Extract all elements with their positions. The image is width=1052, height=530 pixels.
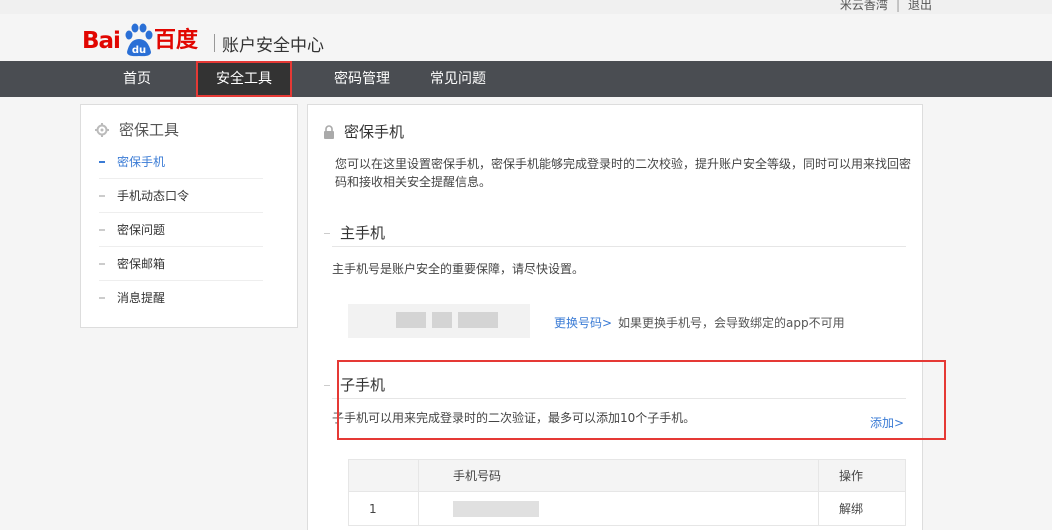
nav-security-tools[interactable]: 安全工具	[196, 61, 292, 97]
sidebar-item-notifications[interactable]: 消息提醒	[99, 281, 263, 315]
row-phone-number	[418, 491, 819, 526]
logo-latin: Bai	[82, 28, 121, 54]
svg-text:du: du	[132, 45, 146, 56]
col-action: 操作	[818, 459, 906, 492]
primary-phone-heading: 主手机	[324, 219, 906, 247]
logout-link[interactable]: 退出	[908, 0, 932, 12]
logo-chinese: 百度	[153, 28, 198, 53]
heading-dash	[324, 233, 330, 234]
header-divider	[214, 34, 215, 52]
masked-digits	[396, 312, 426, 328]
sidebar-item-label: 手机动态口令	[117, 189, 190, 203]
intro-text: 您可以在这里设置密保手机，密保手机能够完成登录时的二次校验，提升账户安全等级，同…	[335, 157, 912, 189]
page-title: 密保手机	[322, 121, 404, 142]
paw-logo-icon: du	[120, 22, 156, 58]
col-index	[348, 459, 419, 492]
nav-password-management[interactable]: 密码管理	[322, 61, 402, 97]
sidebar-title: 密保工具	[95, 119, 179, 140]
sidebar-item-security-email[interactable]: 密保邮箱	[99, 247, 263, 281]
primary-phone-desc: 主手机号是账户安全的重要保障，请尽快设置。	[332, 262, 585, 276]
row-index: 1	[348, 491, 419, 526]
top-bar: 米云香湾 | 退出	[0, 0, 1052, 14]
table-row: 1 解绑	[348, 491, 906, 526]
sub-phone-highlight-box	[337, 360, 946, 440]
username-link[interactable]: 米云香湾	[840, 0, 888, 12]
heading-dash	[324, 385, 330, 386]
sidebar-title-label: 密保工具	[119, 121, 180, 139]
sidebar-item-security-phone[interactable]: 密保手机	[99, 145, 263, 179]
menu-bullet	[99, 229, 105, 231]
sidebar-item-dynamic-token[interactable]: 手机动态口令	[99, 179, 263, 213]
menu-bullet	[99, 263, 105, 265]
top-links: 米云香湾 | 退出	[840, 0, 932, 13]
menu-bullet	[99, 195, 105, 197]
sidebar-menu: 密保手机 手机动态口令 密保问题 密保邮箱 消息提醒	[99, 145, 263, 315]
gear-icon	[95, 122, 109, 137]
change-number-note: 如果更换手机号，会导致绑定的app不可用	[618, 316, 845, 330]
main-nav: 首页 安全工具 密码管理 常见问题	[0, 61, 1052, 97]
primary-phone-section: 主手机 主手机号是账户安全的重要保障，请尽快设置。	[324, 219, 906, 277]
col-phone-number: 手机号码	[418, 459, 819, 492]
sidebar: 密保工具 密保手机 手机动态口令 密保问题 密保邮箱 消息提醒	[80, 104, 298, 328]
page-title-label: 密保手机	[344, 123, 405, 141]
masked-phone	[453, 500, 539, 517]
sidebar-item-label: 密保问题	[117, 223, 166, 237]
menu-bullet	[99, 161, 105, 163]
change-number-link[interactable]: 更换号码>	[554, 314, 612, 331]
sidebar-item-label: 消息提醒	[117, 291, 166, 305]
baidu-logo[interactable]: Bai du 百度	[82, 16, 198, 58]
menu-bullet	[99, 297, 105, 299]
header: Bai du 百度 账户安全中心	[0, 14, 1052, 61]
primary-phone-number	[348, 304, 530, 338]
top-separator: |	[895, 0, 900, 12]
nav-home[interactable]: 首页	[105, 61, 169, 97]
table-header-row: 手机号码 操作	[348, 459, 906, 492]
nav-faq[interactable]: 常见问题	[418, 61, 498, 97]
masked-digits	[458, 312, 498, 328]
sidebar-item-label: 密保邮箱	[117, 257, 166, 271]
masked-digits	[432, 312, 452, 328]
sidebar-item-label: 密保手机	[117, 155, 166, 169]
primary-heading-label: 主手机	[340, 224, 386, 242]
site-title: 账户安全中心	[222, 36, 324, 56]
sub-phone-table: 手机号码 操作 1 解绑	[348, 459, 906, 526]
sidebar-item-security-question[interactable]: 密保问题	[99, 213, 263, 247]
unbind-button[interactable]: 解绑	[818, 491, 906, 526]
main-panel: 密保手机 您可以在这里设置密保手机，密保手机能够完成登录时的二次校验，提升账户安…	[307, 104, 923, 530]
lock-icon	[324, 124, 334, 139]
